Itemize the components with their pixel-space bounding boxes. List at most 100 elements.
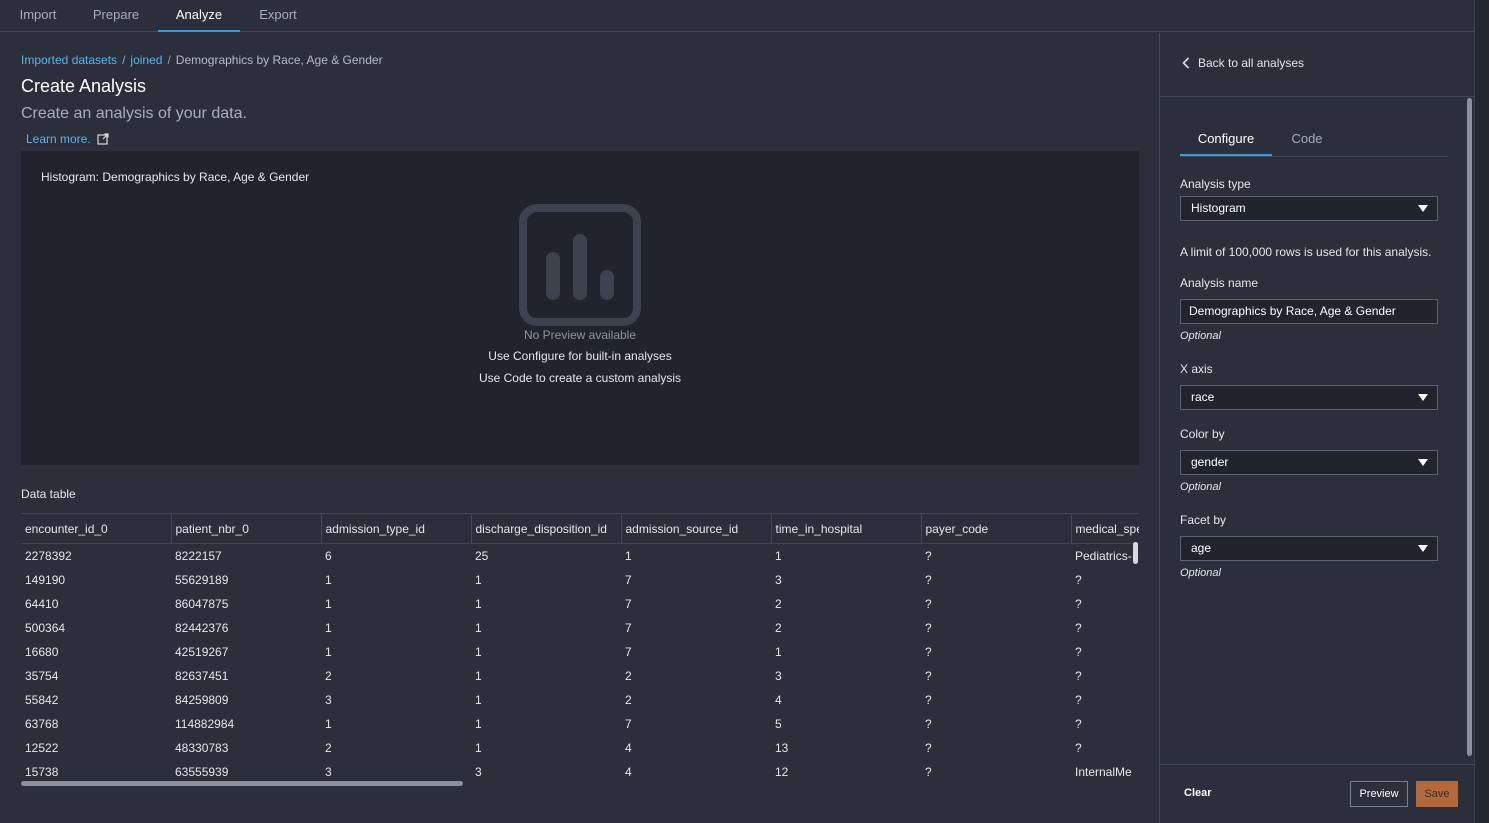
data-table: encounter_id_0 patient_nbr_0 admission_t… — [21, 513, 1139, 785]
table-cell: 35754 — [25, 668, 59, 683]
table-cell: ? — [925, 692, 932, 707]
table-cell: ? — [925, 716, 932, 731]
table-row: 12522 48330783 2 1 4 13?? — [21, 736, 1139, 760]
table-cell: 3 — [775, 668, 782, 683]
table-cell: ? — [925, 668, 932, 683]
table-cell: ? — [925, 572, 932, 587]
row-limit-note: A limit of 100,000 rows is used for this… — [1180, 245, 1432, 259]
breadcrumb-separator: / — [122, 53, 126, 67]
table-cell: 12522 — [25, 740, 59, 755]
table-cell: 1 — [475, 692, 482, 707]
column-header[interactable]: admission_type_id — [321, 513, 472, 544]
column-header[interactable]: payer_code — [921, 513, 1072, 544]
x-axis-value: race — [1191, 390, 1215, 404]
table-row: 500364 82442376 1 1 7 2?? — [21, 616, 1139, 640]
side-panel-scrollbar[interactable] — [1467, 98, 1472, 756]
table-cell: 55629189 — [175, 572, 229, 587]
table-cell: 82442376 — [175, 620, 229, 635]
table-cell: 55842 — [25, 692, 59, 707]
tab-analyze[interactable]: Analyze — [158, 0, 240, 32]
learn-more-label: Learn more. — [26, 132, 91, 146]
table-cell: 2278392 — [25, 548, 72, 563]
breadcrumb: Imported datasets / joined / Demographics by… — [21, 53, 383, 67]
tab-configure[interactable]: Configure — [1180, 124, 1272, 156]
table-cell: 1 — [475, 620, 482, 635]
column-header[interactable]: medical_spe — [1071, 513, 1139, 544]
table-cell: 1 — [475, 668, 482, 683]
column-header[interactable]: encounter_id_0 — [21, 513, 172, 544]
table-cell: ? — [1075, 668, 1082, 683]
caret-down-icon — [1418, 545, 1428, 552]
facet-by-select[interactable]: age — [1180, 536, 1438, 561]
tab-import[interactable]: Import — [10, 0, 66, 32]
analysis-name-label: Analysis name — [1180, 276, 1259, 290]
table-cell: 1 — [775, 548, 782, 563]
table-cell: 1 — [475, 740, 482, 755]
color-by-select[interactable]: gender — [1180, 450, 1438, 475]
table-cell: 1 — [325, 644, 332, 659]
analysis-name-input[interactable]: Demographics by Race, Age & Gender — [1180, 299, 1438, 324]
table-cell: 7 — [625, 572, 632, 587]
table-vertical-scrollbar[interactable] — [1133, 542, 1138, 564]
table-cell: 13 — [775, 740, 789, 755]
preview-panel: Histogram: Demographics by Race, Age & G… — [21, 151, 1139, 465]
table-cell: 4 — [625, 740, 632, 755]
table-cell: 42519267 — [175, 644, 229, 659]
page-title: Create Analysis — [21, 76, 147, 96]
table-row: 16680 42519267 1 1 7 1?? — [21, 640, 1139, 664]
breadcrumb-imported-datasets[interactable]: Imported datasets — [21, 53, 117, 67]
table-cell: 64410 — [25, 596, 59, 611]
table-cell: 4 — [625, 764, 632, 779]
table-cell: 2 — [625, 668, 632, 683]
table-cell: ? — [925, 644, 932, 659]
x-axis-select[interactable]: race — [1180, 385, 1438, 410]
table-cell: 7 — [625, 596, 632, 611]
table-cell: 1 — [775, 644, 782, 659]
column-header[interactable]: time_in_hospital — [771, 513, 922, 544]
x-axis-label: X axis — [1180, 362, 1213, 376]
side-tab-bar: Configure Code — [1180, 124, 1448, 157]
breadcrumb-joined[interactable]: joined — [130, 53, 162, 67]
table-row: 2278392 8222157 6 25 1 1? Pediatrics- — [21, 544, 1139, 568]
learn-more-link[interactable]: Learn more. — [26, 132, 109, 146]
tab-code[interactable]: Code — [1280, 124, 1334, 156]
table-cell: 1 — [475, 596, 482, 611]
top-tab-bar: Import Prepare Analyze Export — [0, 0, 1475, 32]
bar-chart-icon — [519, 204, 641, 326]
optional-hint: Optional — [1180, 330, 1221, 342]
table-cell: 7 — [625, 716, 632, 731]
column-header[interactable]: patient_nbr_0 — [171, 513, 322, 544]
hint-configure: Use Configure for built-in analyses — [488, 349, 672, 363]
page-subtitle: Create an analysis of your data. — [21, 105, 247, 122]
table-cell: 1 — [475, 644, 482, 659]
color-by-value: gender — [1191, 455, 1229, 469]
analysis-type-select[interactable]: Histogram — [1180, 196, 1438, 221]
optional-hint: Optional — [1180, 481, 1221, 493]
clear-button[interactable]: Clear — [1184, 787, 1212, 799]
caret-down-icon — [1418, 394, 1428, 401]
table-cell: 3 — [475, 764, 482, 779]
table-cell: 2 — [325, 740, 332, 755]
table-cell: 48330783 — [175, 740, 229, 755]
table-cell: 7 — [625, 620, 632, 635]
table-horizontal-scrollbar[interactable] — [21, 781, 463, 786]
main-content: Imported datasets / joined / Demographics by… — [0, 33, 1159, 823]
table-cell: 2 — [775, 596, 782, 611]
back-to-analyses-link[interactable]: Back to all analyses — [1182, 56, 1304, 70]
table-cell: 2 — [775, 620, 782, 635]
table-cell: ? — [1075, 596, 1082, 611]
preview-button[interactable]: Preview — [1350, 781, 1408, 807]
divider — [1160, 96, 1475, 97]
color-by-label: Color by — [1180, 427, 1225, 441]
configure-side-panel: Back to all analyses Configure Code Anal… — [1159, 33, 1475, 823]
table-cell: 86047875 — [175, 596, 229, 611]
table-row: 149190 55629189 1 1 7 3?? — [21, 568, 1139, 592]
column-header[interactable]: discharge_disposition_id — [471, 513, 622, 544]
tab-export[interactable]: Export — [250, 0, 306, 32]
tab-prepare[interactable]: Prepare — [84, 0, 148, 32]
save-button[interactable]: Save — [1416, 781, 1458, 807]
preview-title: Histogram: Demographics by Race, Age & G… — [41, 170, 310, 184]
table-row: 35754 82637451 2 1 2 3?? — [21, 664, 1139, 688]
column-header[interactable]: admission_source_id — [621, 513, 772, 544]
table-cell: 5 — [775, 716, 782, 731]
